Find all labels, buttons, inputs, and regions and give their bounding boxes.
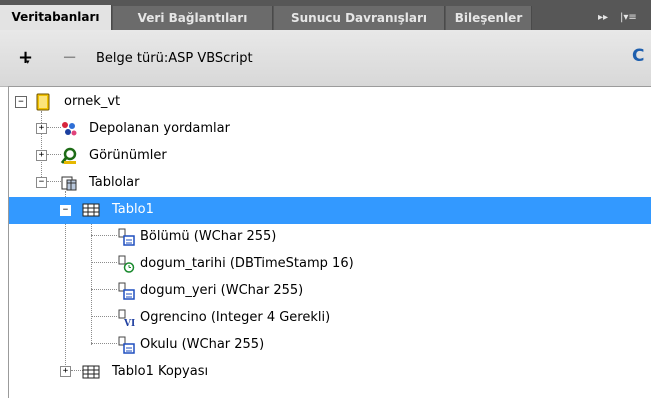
tree-item-column[interactable]: dogum_yeri (WChar 255) xyxy=(9,278,651,305)
tree-item-column[interactable]: dogum_tarihi (DBTimeStamp 16) xyxy=(9,251,651,278)
svg-text:VI: VI xyxy=(123,319,135,327)
column-label: dogum_yeri (WChar 255) xyxy=(140,283,304,298)
tree-item-table1[interactable]: − Tablo1 xyxy=(9,197,651,224)
expand-toggle[interactable]: + xyxy=(36,150,47,161)
tab-scroll-icon[interactable]: ▸▸ xyxy=(598,10,608,26)
column-label: dogum_tarihi (DBTimeStamp 16) xyxy=(140,256,354,271)
document-type-label: Belge türü:ASP VBScript xyxy=(96,51,253,66)
tree-item-label: Tablo1 Kopyası xyxy=(112,364,209,379)
remove-button[interactable]: − xyxy=(62,47,77,68)
database-icon xyxy=(36,93,50,111)
tree-item-label: ornek_vt xyxy=(64,94,121,109)
tree-item-views[interactable]: + Görünümler xyxy=(9,143,651,170)
tab-data-bindings[interactable]: Veri Bağlantıları xyxy=(113,6,273,30)
column-label: Bölümü (WChar 255) xyxy=(140,229,277,244)
tab-databases[interactable]: Veritabanları xyxy=(0,5,112,30)
tree-item-column[interactable]: Bölümü (WChar 255) xyxy=(9,224,651,251)
column-label: Ogrencino (Integer 4 Gerekli) xyxy=(140,310,331,325)
refresh-button[interactable]: C xyxy=(632,46,644,66)
tab-server-behaviors[interactable]: Sunucu Davranışları xyxy=(274,6,445,30)
view-icon xyxy=(60,147,77,164)
add-button[interactable]: + ▾ xyxy=(18,47,33,68)
table-folder-icon xyxy=(61,176,77,191)
text-column-icon xyxy=(118,336,135,354)
tree-item-stored-procedures[interactable]: + Depolanan yordamlar xyxy=(9,116,651,143)
tree-item-column[interactable]: Okulu (WChar 255) xyxy=(9,332,651,359)
collapse-toggle[interactable]: − xyxy=(60,205,71,216)
date-column-icon xyxy=(118,255,135,273)
tree-item-label: Tablo1 xyxy=(112,202,154,217)
collapse-toggle[interactable]: − xyxy=(36,177,47,188)
tree-item-tables[interactable]: − Tablolar xyxy=(9,170,651,197)
column-label: Okulu (WChar 255) xyxy=(140,337,265,352)
collapse-toggle[interactable]: − xyxy=(15,96,27,108)
toolbar: + ▾ − Belge türü:ASP VBScript C xyxy=(0,30,651,87)
database-tree: − ornek_vt + Depolanan yordamlar + Görün… xyxy=(8,86,651,398)
minus-icon: − xyxy=(62,47,78,68)
expand-toggle[interactable]: + xyxy=(36,123,47,134)
tree-item-label: Görünümler xyxy=(89,148,167,163)
refresh-icon: C xyxy=(632,46,645,66)
tab-components[interactable]: Bileşenler xyxy=(446,6,532,30)
stored-procedure-icon xyxy=(62,122,77,136)
dropdown-caret-icon: ▾ xyxy=(26,58,30,66)
tree-item-label: Tablolar xyxy=(89,175,140,190)
tree-item-column[interactable]: VI Ogrencino (Integer 4 Gerekli) xyxy=(9,305,651,332)
table-grid-icon xyxy=(82,203,100,217)
panel-menu-icon[interactable]: |▾≡ xyxy=(620,10,637,26)
tree-item-table1-copy[interactable]: + Tablo1 Kopyası xyxy=(9,359,651,386)
integer-column-icon: VI xyxy=(118,309,135,327)
tree-item-database[interactable]: − ornek_vt xyxy=(9,89,651,116)
table-grid-icon xyxy=(82,365,100,379)
tree-item-label: Depolanan yordamlar xyxy=(89,121,230,136)
text-column-icon xyxy=(118,228,135,246)
expand-toggle[interactable]: + xyxy=(60,366,71,377)
panel-tab-bar: Veritabanları Veri Bağlantıları Sunucu D… xyxy=(0,0,651,30)
text-column-icon xyxy=(118,282,135,300)
